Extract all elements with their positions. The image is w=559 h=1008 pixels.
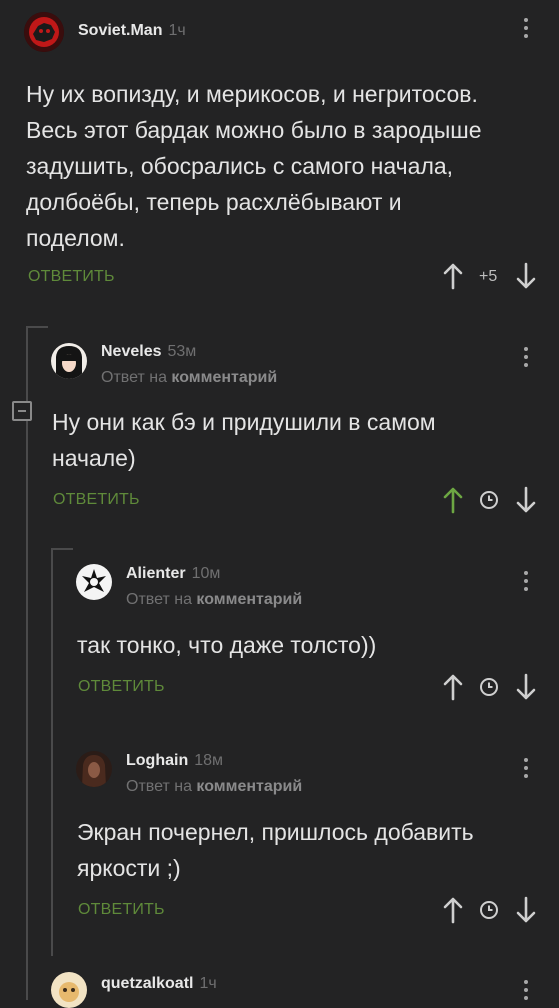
- upvote-arrow-icon[interactable]: [442, 262, 464, 290]
- reply-to-link[interactable]: комментарий: [196, 591, 302, 608]
- reply-button[interactable]: ОТВЕТИТЬ: [28, 268, 115, 286]
- upvote-arrow-icon[interactable]: [442, 673, 464, 701]
- comment-header: Neveles 53м: [101, 343, 196, 361]
- author-name[interactable]: Loghain: [126, 752, 188, 769]
- reply-to-label: Ответ на комментарий: [101, 369, 278, 386]
- thread-line: [26, 326, 28, 1000]
- comment-header: Loghain 18м: [126, 752, 223, 770]
- reply-to-label: Ответ на комментарий: [126, 778, 303, 795]
- upvote-arrow-icon[interactable]: [442, 486, 464, 514]
- downvote-arrow-icon[interactable]: [515, 262, 537, 290]
- downvote-arrow-icon[interactable]: [515, 896, 537, 924]
- comment-time: 18м: [194, 752, 224, 769]
- more-vertical-icon[interactable]: [523, 758, 529, 782]
- comment-text: Экран почернел, пришлось добавить яркост…: [77, 819, 474, 881]
- comment-header: quetzalkoatl 1ч: [101, 975, 217, 993]
- comment-header: Soviet.Man 1ч: [78, 22, 186, 40]
- more-vertical-icon[interactable]: [523, 347, 529, 371]
- reply-to-label: Ответ на комментарий: [126, 591, 303, 608]
- more-vertical-icon[interactable]: [523, 571, 529, 595]
- upvote-arrow-icon[interactable]: [442, 896, 464, 924]
- downvote-arrow-icon[interactable]: [515, 486, 537, 514]
- clock-icon[interactable]: [479, 900, 499, 920]
- thread-line: [26, 326, 48, 328]
- thread-line: [51, 548, 53, 956]
- avatar[interactable]: [76, 751, 112, 787]
- downvote-arrow-icon[interactable]: [515, 673, 537, 701]
- comment-time: 1ч: [199, 975, 217, 992]
- comment-time: 10м: [191, 565, 221, 582]
- comment-header: Alienter 10м: [126, 565, 220, 583]
- avatar[interactable]: [51, 972, 87, 1008]
- author-name[interactable]: Neveles: [101, 343, 162, 360]
- collapse-icon[interactable]: [12, 401, 32, 421]
- avatar[interactable]: [24, 12, 64, 52]
- comment-text: Ну они как бэ и придушили в самом начале…: [52, 409, 436, 471]
- reply-to-link[interactable]: комментарий: [171, 369, 277, 386]
- reply-to-link[interactable]: комментарий: [196, 778, 302, 795]
- clock-icon[interactable]: [479, 490, 499, 510]
- avatar[interactable]: [76, 564, 112, 600]
- comment-text: так тонко, что даже толсто)): [77, 632, 377, 658]
- author-name[interactable]: quetzalkoatl: [101, 975, 193, 992]
- more-vertical-icon[interactable]: [523, 18, 529, 42]
- rating-count: +5: [479, 268, 498, 285]
- comment-text: Ну их вопизду, и мерикосов, и негритосов…: [26, 81, 482, 251]
- comment-time: 53м: [167, 343, 197, 360]
- reply-button[interactable]: ОТВЕТИТЬ: [53, 491, 140, 509]
- author-name[interactable]: Alienter: [126, 565, 186, 582]
- reply-button[interactable]: ОТВЕТИТЬ: [78, 678, 165, 696]
- comment-time: 1ч: [168, 22, 186, 39]
- author-name[interactable]: Soviet.Man: [78, 22, 162, 39]
- more-vertical-icon[interactable]: [523, 980, 529, 1004]
- reply-button[interactable]: ОТВЕТИТЬ: [78, 901, 165, 919]
- thread-line: [51, 548, 73, 550]
- clock-icon[interactable]: [479, 677, 499, 697]
- avatar[interactable]: [51, 343, 87, 379]
